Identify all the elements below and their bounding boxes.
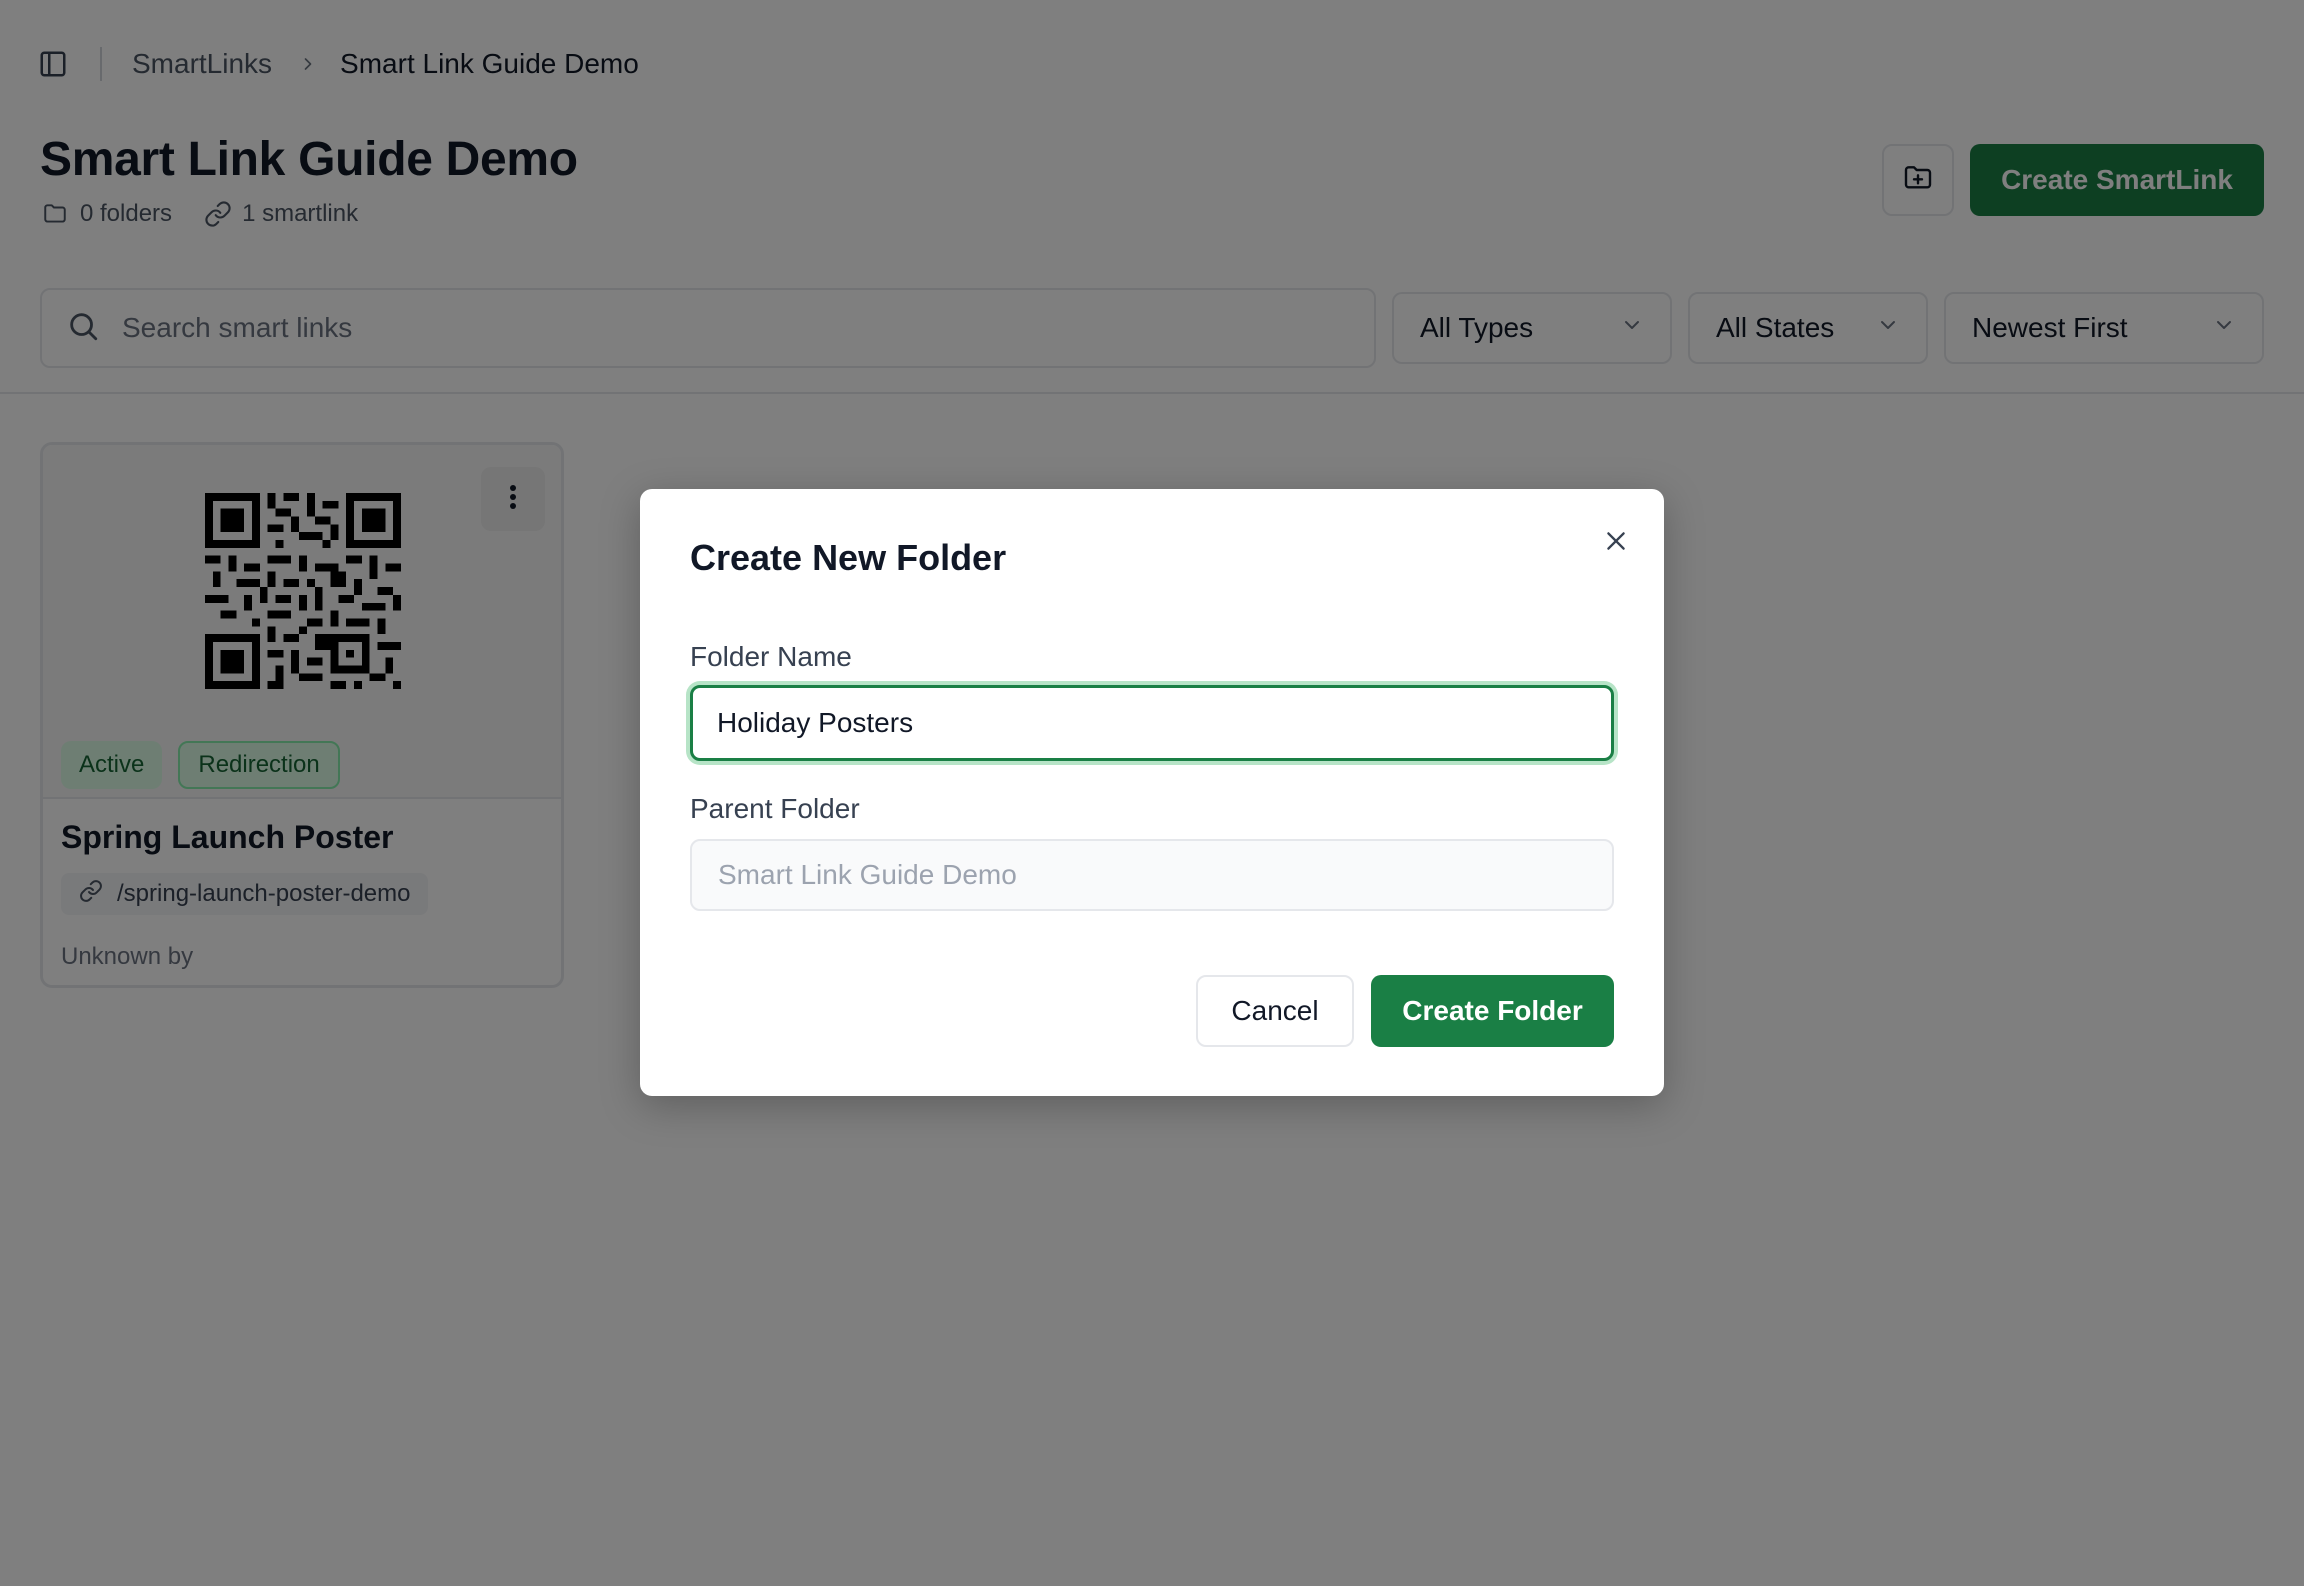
create-folder-button[interactable]: Create Folder bbox=[1371, 975, 1614, 1047]
folder-name-input[interactable]: Holiday Posters bbox=[690, 685, 1614, 761]
page: SmartLinks Smart Link Guide Demo Smart L… bbox=[0, 0, 2304, 1586]
parent-folder-field[interactable]: Smart Link Guide Demo bbox=[690, 839, 1614, 911]
close-icon bbox=[1603, 528, 1629, 559]
close-button[interactable] bbox=[1598, 525, 1634, 561]
create-folder-dialog: Create New Folder Folder Name Holiday Po… bbox=[640, 489, 1664, 1096]
parent-folder-label: Parent Folder bbox=[690, 793, 860, 824]
folder-name-label: Folder Name bbox=[690, 641, 852, 672]
dialog-title: Create New Folder bbox=[690, 537, 1007, 578]
cancel-button[interactable]: Cancel bbox=[1196, 975, 1354, 1047]
